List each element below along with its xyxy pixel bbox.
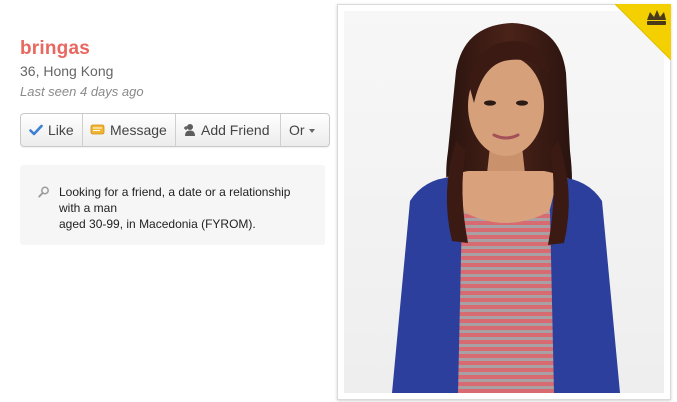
like-button[interactable]: Like [21, 114, 83, 146]
message-icon [90, 124, 105, 136]
message-button[interactable]: Message [83, 114, 176, 146]
more-options-label: Or [289, 122, 305, 138]
profile-age-location: 36, Hong Kong [20, 63, 114, 79]
looking-for-line-3: aged 30-99, in Macedonia (FYROM). [59, 217, 256, 231]
checkmark-icon [29, 124, 43, 136]
caret-down-icon [308, 129, 315, 133]
message-button-label: Message [110, 122, 167, 138]
add-friend-button-label: Add Friend [201, 122, 270, 138]
looking-for-box: Looking for a friend, a date or a relati… [20, 165, 325, 245]
add-friend-icon [183, 123, 196, 137]
looking-for-line-1: Looking for a friend, a date or a relati… [59, 185, 291, 199]
profile-page: bringas 36, Hong Kong Last seen 4 days a… [0, 0, 677, 402]
looking-for-text: Looking for a friend, a date or a relati… [59, 184, 319, 232]
add-friend-button[interactable]: Add Friend [176, 114, 281, 146]
profile-photo[interactable] [344, 11, 664, 393]
looking-for-line-2: with a man [59, 201, 118, 215]
last-seen-text: Last seen 4 days ago [20, 84, 144, 99]
like-button-label: Like [48, 122, 74, 138]
premium-badge [614, 3, 672, 61]
more-options-dropdown[interactable]: Or [281, 114, 329, 146]
search-icon [38, 185, 50, 203]
profile-action-buttons: Like Message Add Friend Or [20, 113, 330, 147]
profile-photo-frame [337, 3, 672, 400]
profile-name: bringas [20, 38, 91, 59]
